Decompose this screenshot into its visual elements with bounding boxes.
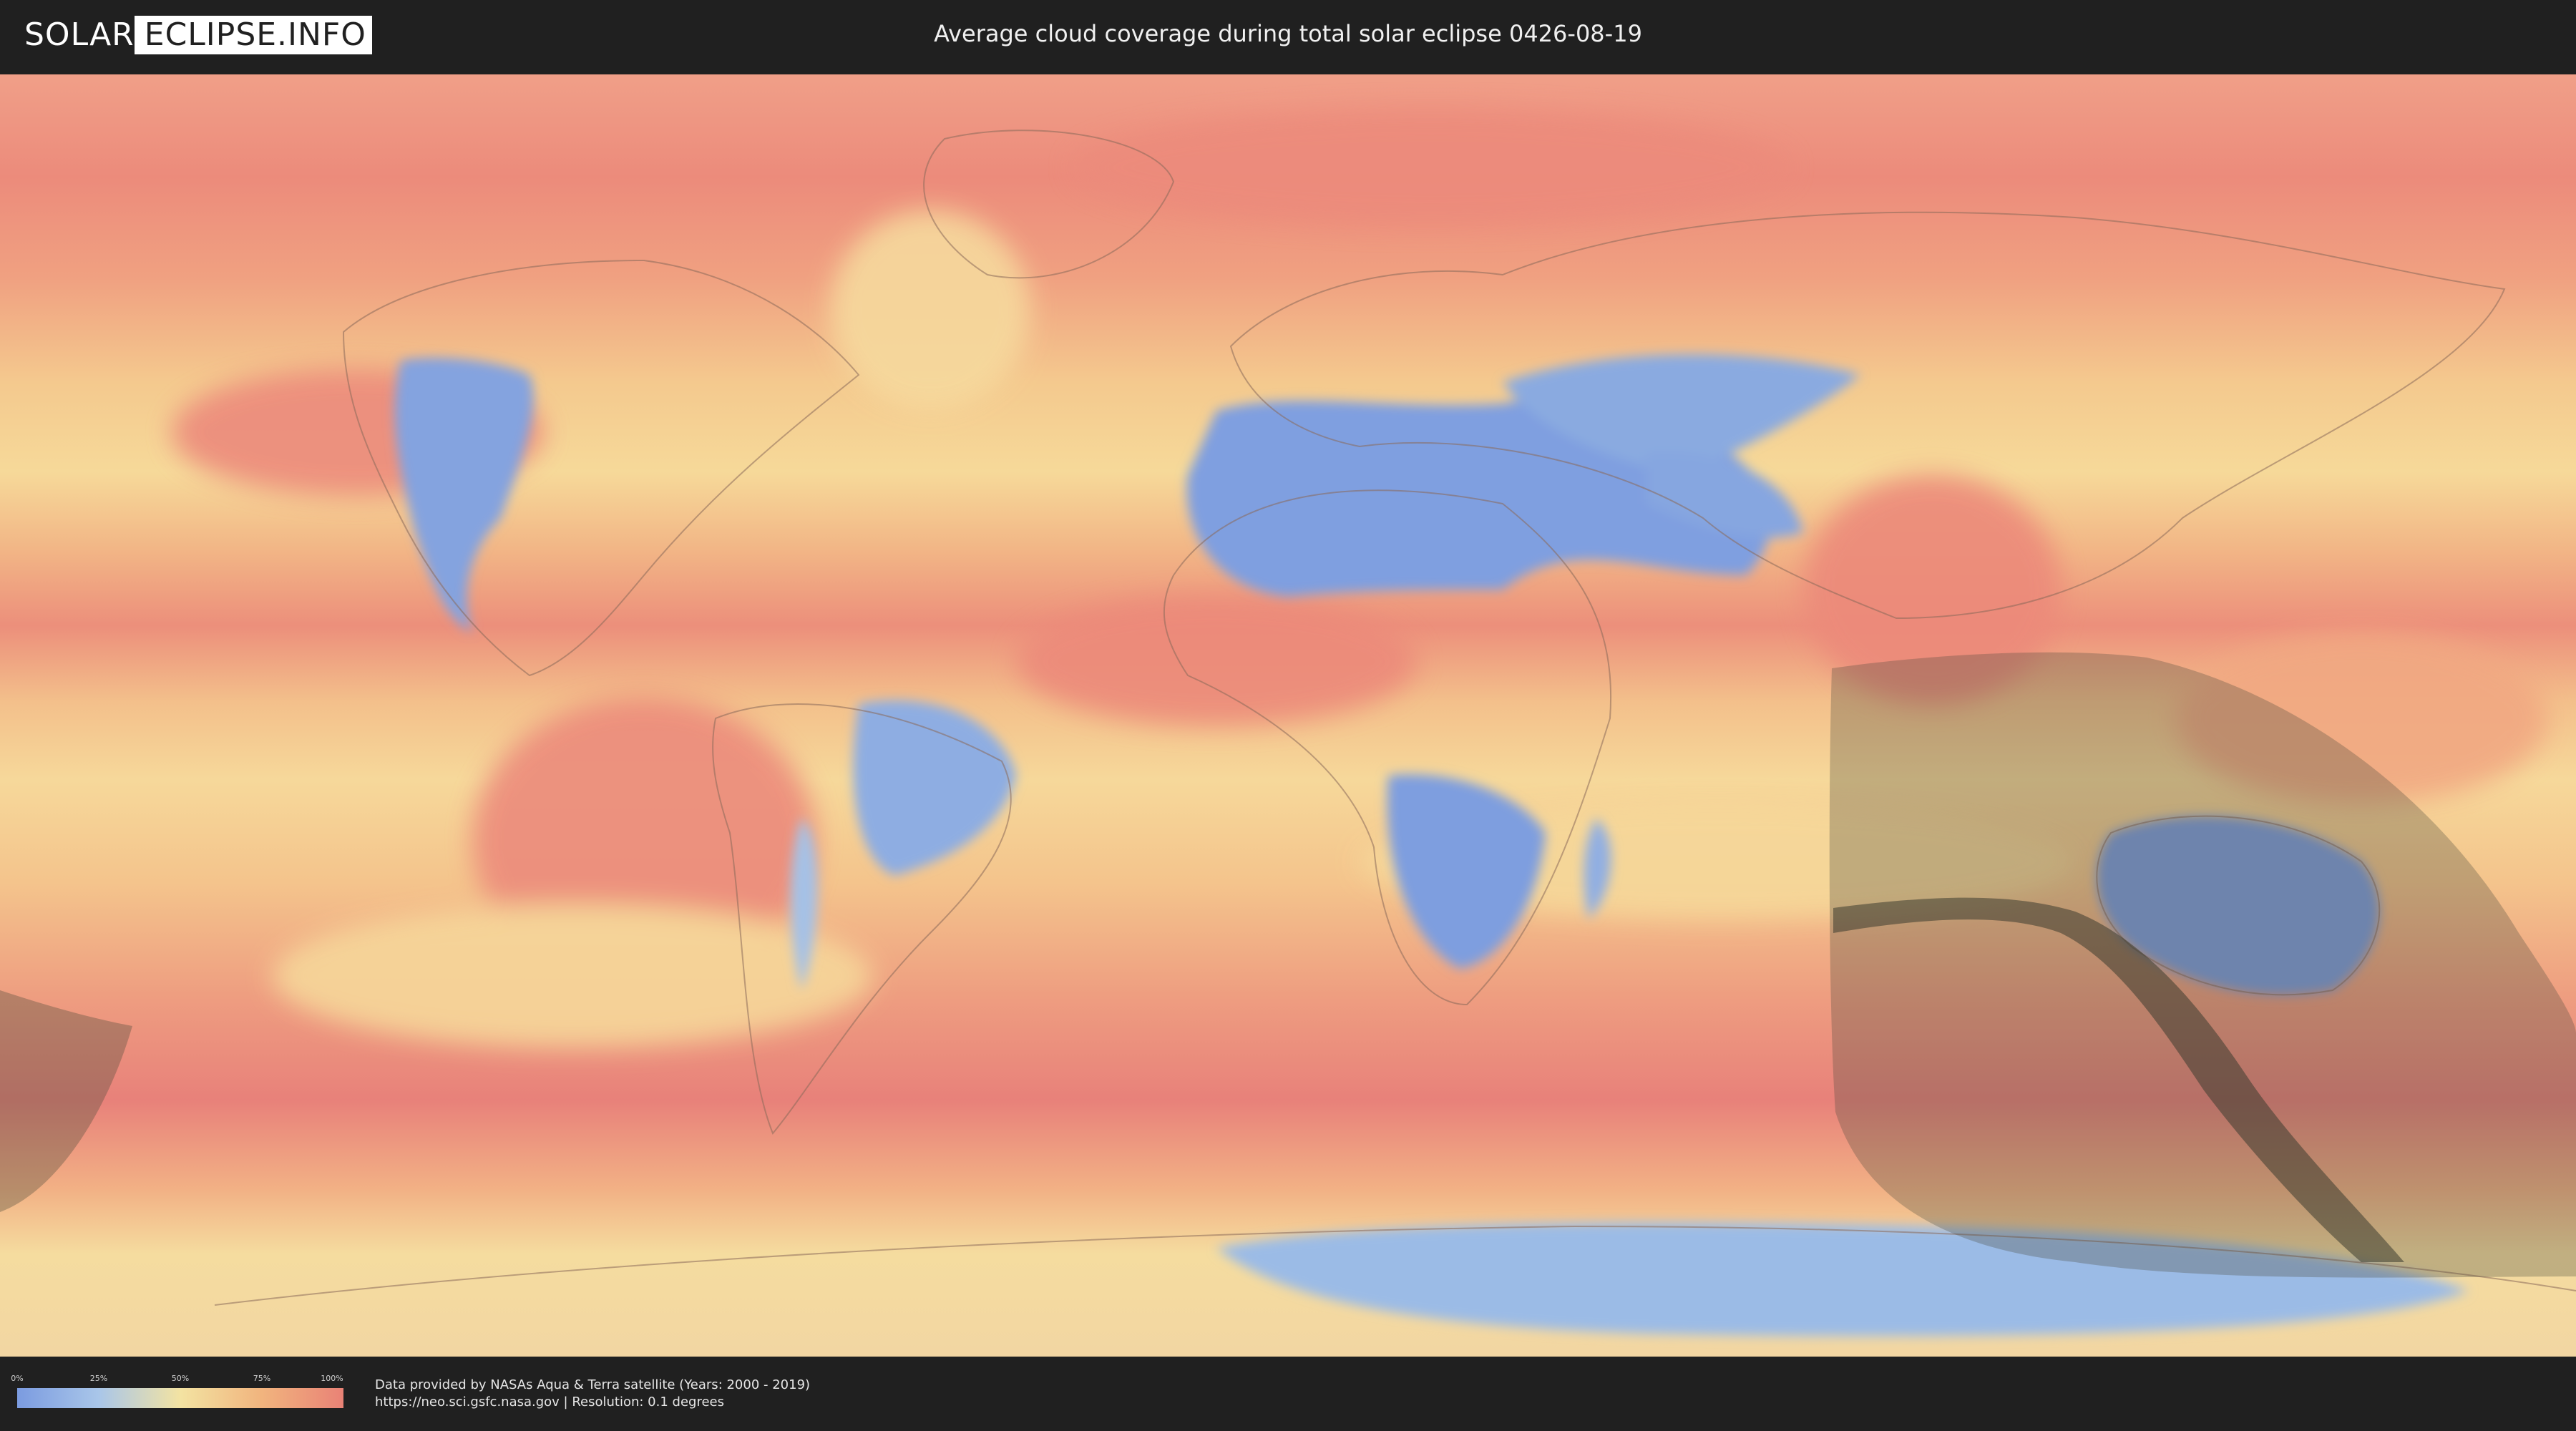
data-credits: Data provided by NASAs Aqua & Terra sate… <box>375 1377 810 1411</box>
page-title: Average cloud coverage during total sola… <box>934 20 1642 47</box>
legend-tick-100: 100% <box>321 1374 343 1383</box>
legend-tick-25: 25% <box>89 1374 108 1383</box>
legend-color-bar <box>17 1388 343 1408</box>
legend-tick-0: 0% <box>11 1374 24 1383</box>
footer-bar: 0% 25% 50% 75% 100% Data provided by NAS… <box>0 1357 2576 1431</box>
legend-tick-75: 75% <box>253 1374 271 1383</box>
cloud-coverage-map <box>0 74 2576 1357</box>
credit-line-source: Data provided by NASAs Aqua & Terra sate… <box>375 1377 811 1392</box>
header-bar: SOLAR ECLIPSE.INFO Average cloud coverag… <box>0 0 2576 72</box>
legend-tick-50: 50% <box>171 1374 190 1383</box>
color-scale-legend: 0% 25% 50% 75% 100% <box>11 1374 343 1411</box>
credit-line-url[interactable]: https://neo.sci.gsfc.nasa.gov | Resoluti… <box>375 1394 810 1411</box>
